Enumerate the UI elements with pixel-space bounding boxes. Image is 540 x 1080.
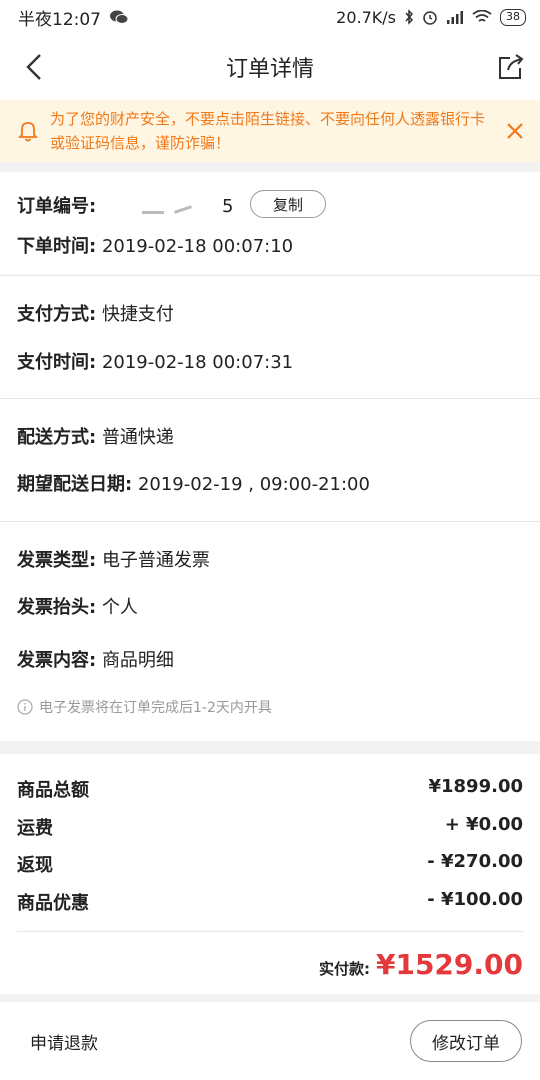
payment-time-row: 支付时间: 2019-02-18 00:07:31 [17, 348, 293, 374]
notice-text: 为了您的财产安全，不要点击陌生链接、不要向任何人透露银行卡或验证码信息，谨防诈骗… [50, 110, 486, 152]
order-details-card: 订单编号: 5 复制 下单时间: 2019-02-18 00:07:10 支付方… [0, 172, 540, 741]
invoice-tip-text: 电子发票将在订单完成后1-2天内开具 [39, 700, 272, 716]
modify-order-button[interactable]: 修改订单 [410, 1020, 522, 1062]
delivery-method-value: 普通快递 [101, 427, 174, 448]
network-speed: 20.7K/s [336, 7, 396, 27]
order-number-row: 订单编号: 5 [17, 192, 233, 218]
safety-notice: 为了您的财产安全，不要点击陌生链接、不要向任何人透露银行卡或验证码信息，谨防诈骗… [0, 100, 540, 162]
page-title: 订单详情 [225, 57, 314, 82]
payment-method-row: 支付方式: 快捷支付 [17, 300, 174, 326]
delivery-date-label: 期望配送日期: [17, 474, 133, 495]
payment-time-label: 支付时间: [17, 352, 97, 373]
payment-time-value: 2019-02-18 00:07:31 [101, 352, 294, 373]
invoice-type-value: 电子普通发票 [101, 550, 210, 571]
payment-method-label: 支付方式: [17, 304, 97, 325]
wifi-icon [472, 10, 492, 22]
bell-icon [18, 122, 38, 142]
order-number-label: 订单编号: [17, 196, 97, 217]
payment-section: 支付方式: 快捷支付 支付时间: 2019-02-18 00:07:31 [0, 276, 540, 399]
status-bar: 半夜12:07 20.7K/s 38 [0, 0, 540, 34]
summary-label: 商品优惠 [17, 893, 89, 914]
invoice-title-label: 发票抬头: [17, 597, 97, 618]
bottom-action-bar: 申请退款 修改订单 [0, 1002, 540, 1080]
paid-amount: ¥1529.00 [375, 948, 523, 981]
order-info-section: 订单编号: 5 复制 下单时间: 2019-02-18 00:07:10 [0, 172, 540, 276]
summary-row: 运费 + ¥0.00 [17, 814, 523, 840]
paid-label: 实付款: [318, 960, 370, 978]
delivery-date-row: 期望配送日期: 2019-02-19 , 09:00-21:00 [17, 470, 370, 496]
invoice-type-row: 发票类型: 电子普通发票 [17, 546, 210, 572]
signal-icon [447, 11, 463, 24]
summary-row: 返现 - ¥270.00 [17, 851, 523, 877]
nav-bar: 订单详情 [0, 34, 540, 100]
summary-value: - ¥270.00 [427, 851, 523, 872]
summary-label: 运费 [17, 818, 53, 839]
invoice-content-value: 商品明细 [101, 650, 174, 671]
summary-divider [17, 931, 523, 932]
summary-row: 商品优惠 - ¥100.00 [17, 889, 523, 915]
close-icon[interactable] [504, 120, 526, 142]
summary-label: 返现 [17, 855, 53, 876]
delivery-method-label: 配送方式: [17, 427, 97, 448]
copy-button[interactable]: 复制 [250, 190, 326, 218]
invoice-title-row: 发票抬头: 个人 [17, 593, 138, 619]
battery-icon: 38 [500, 8, 526, 26]
info-icon [17, 699, 33, 715]
invoice-tip: 电子发票将在订单完成后1-2天内开具 [17, 697, 272, 717]
summary-value: + ¥0.00 [444, 814, 523, 835]
order-time-label: 下单时间: [17, 236, 97, 257]
apply-refund-link[interactable]: 申请退款 [30, 1029, 98, 1054]
alarm-icon [423, 11, 437, 25]
order-number-tail: 5 [221, 196, 234, 217]
price-summary-card: 商品总额 ¥1899.00 运费 + ¥0.00 返现 - ¥270.00 商品… [0, 754, 540, 994]
invoice-content-label: 发票内容: [17, 650, 97, 671]
delivery-date-value: 2019-02-19 , 09:00-21:00 [137, 474, 370, 495]
status-time: 半夜12:07 [18, 9, 101, 30]
summary-value: ¥1899.00 [428, 776, 523, 797]
order-time-value: 2019-02-18 00:07:10 [101, 236, 294, 257]
redacted-order-number [102, 197, 222, 217]
battery-level: 38 [506, 10, 520, 23]
share-icon[interactable] [496, 52, 526, 82]
summary-value: - ¥100.00 [427, 889, 523, 910]
invoice-content-row: 发票内容: 商品明细 [17, 646, 174, 672]
payment-method-value: 快捷支付 [101, 304, 174, 325]
wechat-icon [110, 10, 129, 24]
bluetooth-icon [405, 9, 414, 25]
summary-row: 商品总额 ¥1899.00 [17, 776, 523, 802]
summary-label: 商品总额 [17, 780, 89, 801]
delivery-section: 配送方式: 普通快递 期望配送日期: 2019-02-19 , 09:00-21… [0, 399, 540, 522]
order-time-row: 下单时间: 2019-02-18 00:07:10 [17, 232, 293, 258]
back-arrow-icon[interactable] [20, 52, 50, 82]
invoice-title-value: 个人 [101, 597, 138, 618]
delivery-method-row: 配送方式: 普通快递 [17, 423, 174, 449]
invoice-type-label: 发票类型: [17, 550, 97, 571]
paid-total: 实付款: ¥1529.00 [319, 948, 523, 981]
